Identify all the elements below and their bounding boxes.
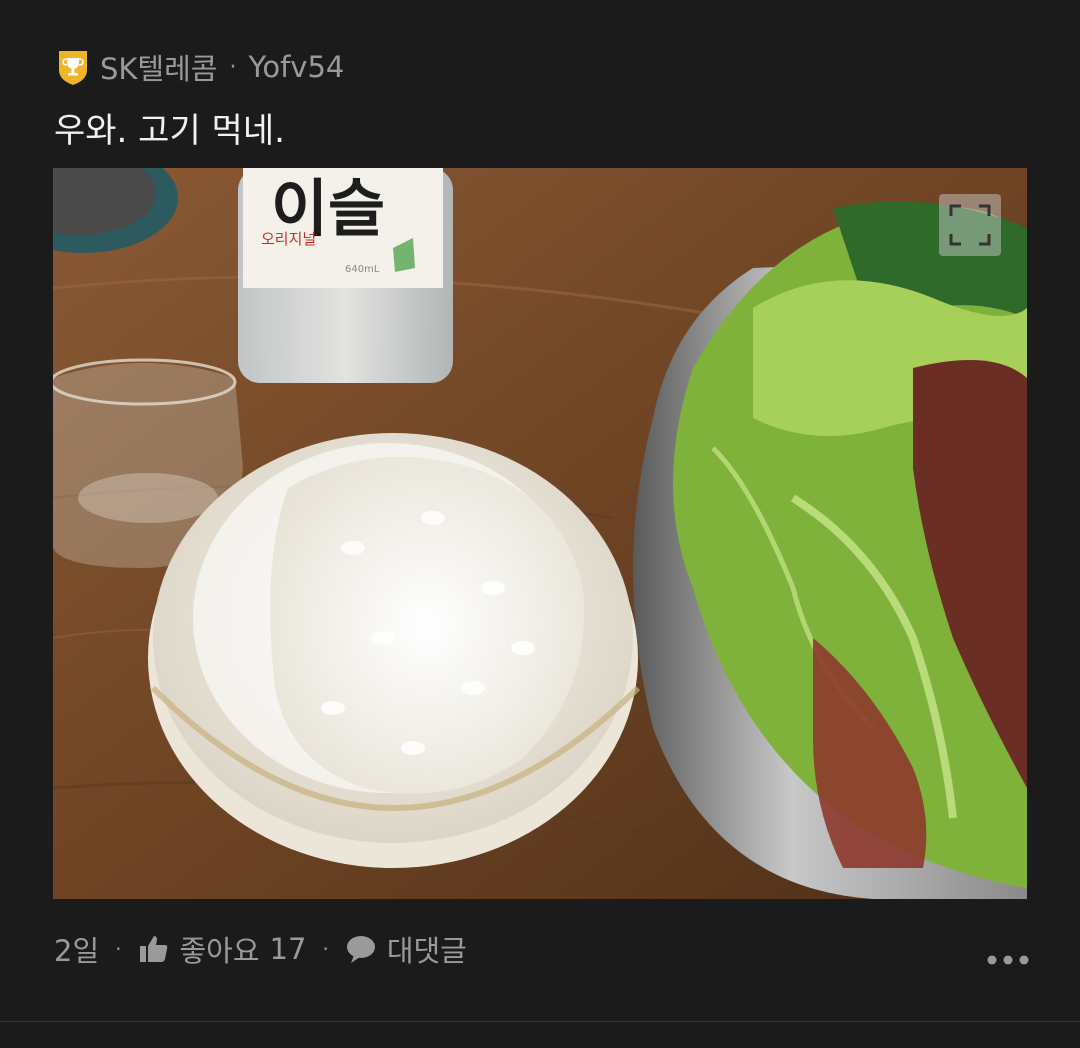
expand-photo-button[interactable] (939, 194, 1001, 256)
post-footer: 2일 · 좋아요 17 · 대댓글 (54, 926, 467, 972)
post-photo[interactable]: 이슬 오리지널 640mL (53, 168, 1027, 899)
photo-illustration: 이슬 오리지널 640mL (53, 168, 1027, 899)
like-count: 17 (269, 932, 307, 966)
footer-dot: · (115, 937, 122, 961)
header-separator: · (229, 54, 237, 80)
more-options-button[interactable] (986, 946, 1030, 974)
post-title: 우와. 고기 먹네. (54, 111, 285, 151)
reply-button[interactable]: 대댓글 (345, 928, 467, 970)
trophy-badge-icon (56, 48, 90, 86)
comment-post: SK텔레콤 · Yofv54 우와. 고기 먹네. 이슬 오리지널 640mL … (0, 0, 1080, 1048)
footer-dot: · (322, 937, 329, 961)
post-header: SK텔레콤 · Yofv54 (56, 47, 344, 87)
bottom-divider (0, 1021, 1080, 1022)
reply-label: 대댓글 (386, 934, 467, 968)
user-id[interactable]: Yofv54 (248, 50, 344, 84)
bottle-sub-text: 오리지널 (261, 230, 316, 248)
fullscreen-icon (949, 204, 991, 246)
like-label: 좋아요 (179, 934, 260, 968)
like-button[interactable]: 좋아요 17 (138, 928, 307, 970)
post-age: 2일 (54, 934, 100, 968)
more-dots-icon (987, 955, 1029, 965)
author-name[interactable]: SK텔레콤 (100, 46, 217, 88)
bottle-volume: 640mL (345, 264, 380, 275)
thumbs-up-icon (138, 933, 170, 965)
speech-bubble-icon (345, 933, 377, 965)
